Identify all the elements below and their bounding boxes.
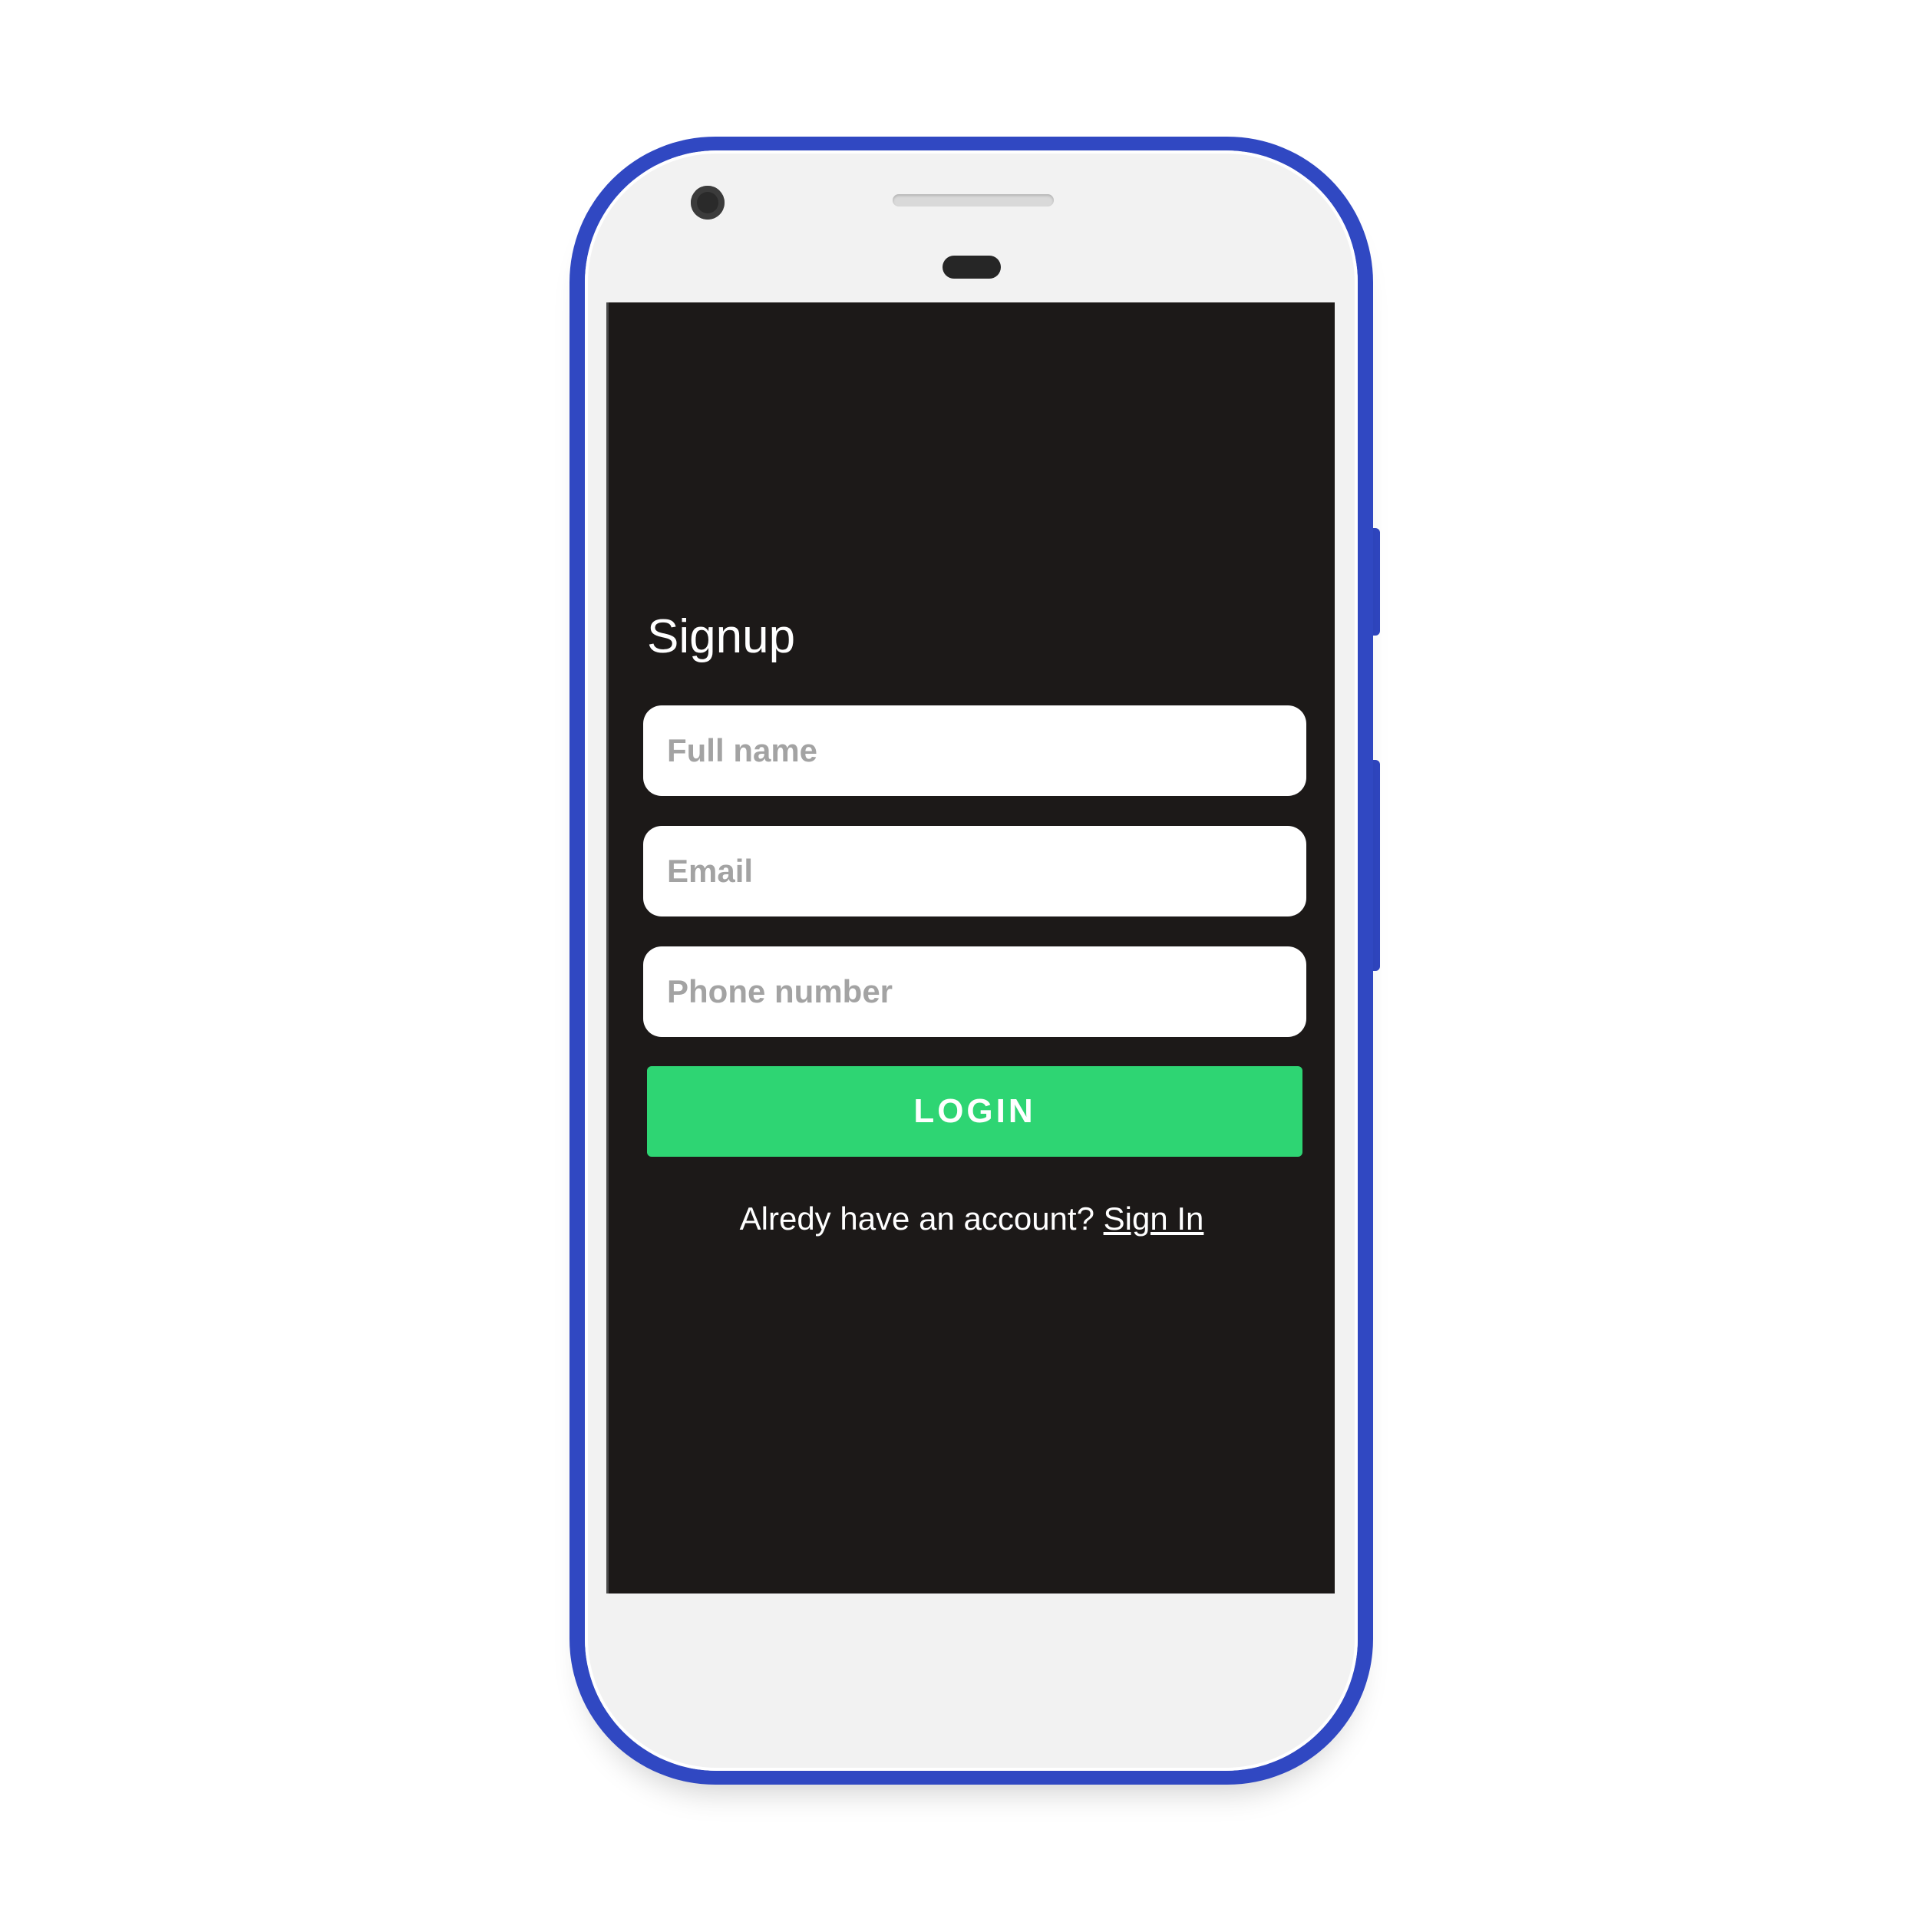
account-prompt-line: Alredy have an account? Sign In [609, 1200, 1335, 1237]
full-name-field[interactable] [643, 705, 1306, 796]
email-field[interactable] [643, 826, 1306, 916]
phone-number-input[interactable] [665, 973, 1306, 1011]
account-prompt-text: Alredy have an account? [739, 1200, 1094, 1237]
device-mockup: Signup LOGIN Alredy have an account? Sig… [0, 0, 1928, 1932]
app-screen: Signup LOGIN Alredy have an account? Sig… [606, 302, 1335, 1593]
front-camera-icon [691, 186, 725, 220]
full-name-input[interactable] [665, 732, 1306, 770]
login-button[interactable]: LOGIN [647, 1066, 1302, 1157]
sign-in-link[interactable]: Sign In [1104, 1200, 1204, 1237]
page-title: Signup [647, 610, 796, 663]
email-input[interactable] [665, 852, 1306, 890]
phone-number-field[interactable] [643, 946, 1306, 1037]
earpiece-speaker [893, 194, 1054, 206]
proximity-sensor [943, 256, 1001, 279]
